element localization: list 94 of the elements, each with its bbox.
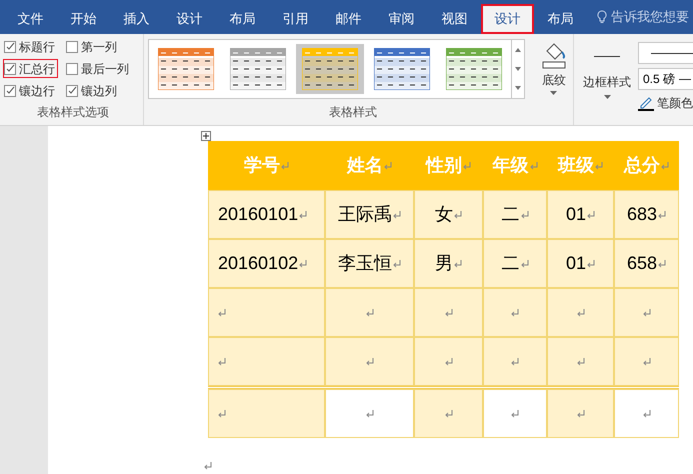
checkbox-option[interactable]: 镶边列 xyxy=(65,81,120,100)
down-arrow-icon xyxy=(514,66,521,71)
cell-text: 总分 xyxy=(624,154,660,177)
cell-text: 二 xyxy=(502,203,520,226)
paragraph-mark-icon xyxy=(595,162,603,170)
cell-text: 二 xyxy=(502,252,520,275)
cell-text: 20160101 xyxy=(218,203,298,226)
checkbox-option[interactable]: 镶边行 xyxy=(3,81,58,100)
paragraph-mark-icon xyxy=(444,358,452,366)
pen-color-button[interactable]: 笔颜色 xyxy=(638,94,693,112)
paragraph-mark-icon xyxy=(463,162,471,170)
paragraph-mark-icon xyxy=(587,260,596,268)
paragraph-mark-icon xyxy=(658,210,666,218)
paragraph-mark-icon xyxy=(511,358,519,366)
cell-text: 姓名 xyxy=(347,154,383,177)
checkbox-option[interactable]: 标题行 xyxy=(3,37,58,56)
paragraph-mark-icon xyxy=(661,162,669,170)
lightbulb-icon xyxy=(597,10,607,24)
checkmark-icon xyxy=(68,86,76,95)
paragraph-mark-icon xyxy=(511,308,519,316)
ribbon-tab[interactable]: 开始 xyxy=(57,4,110,34)
paragraph-mark-icon xyxy=(218,358,226,366)
line-weight-dropdown[interactable]: 0.5 磅 xyxy=(638,68,693,90)
cell-text: 年级 xyxy=(492,154,528,177)
paragraph-mark-icon xyxy=(299,210,308,218)
caret-icon xyxy=(604,95,610,99)
paragraph-mark-icon xyxy=(642,358,650,366)
paragraph-mark-icon xyxy=(393,260,401,268)
paragraph-mark-icon xyxy=(520,210,528,218)
checkmark-icon xyxy=(6,42,14,51)
checkbox-option[interactable]: 汇总行 xyxy=(3,59,58,78)
cell-text: 学号 xyxy=(244,154,280,177)
up-arrow-icon xyxy=(514,48,521,52)
cell-text: 性别 xyxy=(426,154,462,177)
paragraph-mark-icon xyxy=(444,308,452,316)
paragraph-mark-icon xyxy=(511,410,519,418)
paragraph-mark-icon xyxy=(576,358,584,366)
caret-icon xyxy=(550,91,558,95)
ribbon-tab[interactable]: 布局 xyxy=(534,4,587,34)
cell-text: 王际禹 xyxy=(338,203,392,226)
ribbon-tab[interactable]: 文件 xyxy=(4,4,57,34)
ribbon-tab[interactable]: 视图 xyxy=(428,4,481,34)
paragraph-mark-icon xyxy=(642,410,650,418)
ribbon-tab[interactable]: 设计 xyxy=(163,4,216,34)
checkmark-icon xyxy=(6,86,14,95)
paragraph-mark-icon xyxy=(299,260,308,268)
cell-text: 01 xyxy=(566,203,586,226)
ribbon-tab[interactable]: 审阅 xyxy=(375,4,428,34)
paragraph-mark-icon xyxy=(218,308,226,316)
cell-text: 658 xyxy=(626,252,658,275)
cell-text: 20160102 xyxy=(218,252,298,275)
line-style-dropdown[interactable] xyxy=(638,42,693,64)
paragraph-mark-icon xyxy=(576,410,584,418)
border-styles-button[interactable]: 边框样式 xyxy=(580,42,634,125)
paragraph-mark-icon xyxy=(658,260,666,268)
paragraph-mark-icon xyxy=(393,210,401,218)
tell-me-field[interactable]: 告诉我您想要 xyxy=(611,7,693,27)
checkbox-option[interactable]: 最后一列 xyxy=(65,59,132,78)
paragraph-mark-icon xyxy=(576,308,584,316)
cell-text: 01 xyxy=(566,252,586,275)
paragraph-mark-icon xyxy=(530,162,538,170)
cell-text: 女 xyxy=(435,203,453,226)
shading-button[interactable]: 底纹 xyxy=(534,39,573,95)
group-label: 表格样式选项 xyxy=(37,104,109,121)
table-move-handle-icon xyxy=(201,131,211,141)
ribbon-tab[interactable]: 邮件 xyxy=(322,4,375,34)
paragraph-mark-icon xyxy=(366,308,374,316)
cell-text: 班级 xyxy=(558,154,594,177)
paragraph-mark-icon xyxy=(642,308,650,316)
paragraph-mark-icon xyxy=(587,210,596,218)
more-arrow-icon xyxy=(514,86,521,90)
paragraph-mark-icon xyxy=(454,210,462,218)
paragraph-mark-icon xyxy=(454,260,462,268)
checkbox-option[interactable]: 第一列 xyxy=(65,37,120,56)
pen-icon xyxy=(638,95,654,111)
paragraph-mark-icon xyxy=(384,162,392,170)
paragraph-mark-icon xyxy=(366,410,374,418)
paragraph-mark-icon xyxy=(204,462,212,470)
cell-text: 李玉恒 xyxy=(338,252,392,275)
line-style-icon xyxy=(594,56,620,57)
paragraph-mark-icon xyxy=(366,358,374,366)
paragraph-mark-icon xyxy=(444,410,452,418)
checkmark-icon xyxy=(6,64,14,73)
ribbon-tab[interactable]: 设计 xyxy=(481,4,534,34)
paragraph-mark-icon xyxy=(281,162,289,170)
cell-text: 男 xyxy=(435,252,453,275)
group-label: 表格样式 xyxy=(329,104,378,121)
paragraph-mark-icon xyxy=(218,410,226,418)
ribbon-tab[interactable]: 插入 xyxy=(110,4,163,34)
table-style-thumbnail[interactable] xyxy=(296,44,364,94)
ribbon-tab[interactable]: 引用 xyxy=(269,4,322,34)
ribbon-tab[interactable]: 布局 xyxy=(216,4,269,34)
paragraph-mark-icon xyxy=(520,260,528,268)
cell-text: 683 xyxy=(626,203,658,226)
